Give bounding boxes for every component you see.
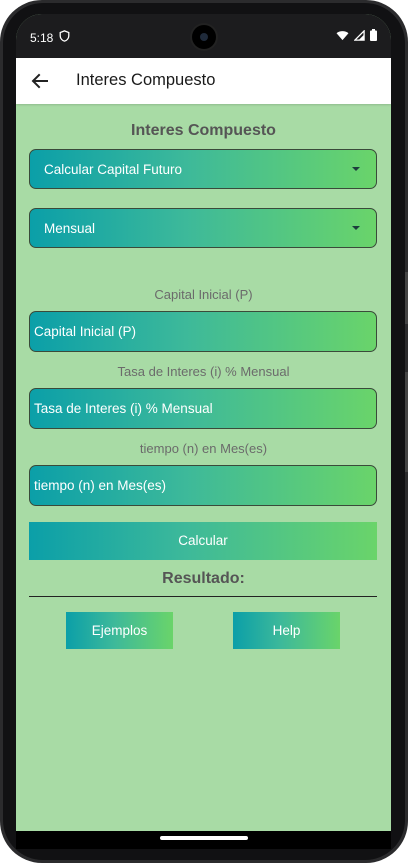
rate-label: Tasa de Interes (i) % Mensual — [117, 364, 290, 379]
app-bar-title: Interes Compuesto — [76, 71, 216, 89]
calculate-button[interactable]: Calcular — [29, 522, 377, 560]
screen: 5:18 Interes Compuesto Interes Compuesto — [16, 14, 391, 831]
time-label: tiempo (n) en Mes(es) — [139, 441, 268, 456]
result-label: Resultado: — [162, 570, 245, 587]
shield-icon — [59, 30, 70, 42]
wifi-icon — [336, 30, 349, 40]
period-value: Mensual — [44, 221, 96, 236]
calc-type-dropdown[interactable]: Calcular Capital Futuro — [29, 149, 377, 189]
app-bar: Interes Compuesto — [16, 58, 391, 104]
page-heading: Interes Compuesto — [131, 122, 276, 139]
examples-button[interactable]: Ejemplos — [66, 612, 173, 649]
help-button[interactable]: Help — [233, 612, 340, 649]
divider — [29, 596, 377, 597]
period-dropdown[interactable]: Mensual — [29, 208, 377, 248]
status-icons — [336, 29, 377, 41]
status-time: 5:18 — [30, 31, 54, 45]
back-arrow-icon[interactable] — [30, 71, 50, 91]
status-bar: 5:18 — [16, 14, 391, 58]
home-gesture-handle[interactable] — [160, 836, 248, 840]
main-content: Interes Compuesto Calcular Capital Futur… — [16, 104, 391, 831]
dropdown-arrow-icon — [352, 167, 360, 171]
rate-input[interactable]: Tasa de Interes (i) % Mensual — [29, 388, 377, 429]
front-camera — [192, 25, 216, 49]
battery-icon — [370, 29, 377, 41]
capital-input[interactable]: Capital Inicial (P) — [29, 311, 377, 352]
dropdown-arrow-icon — [352, 226, 360, 230]
time-input[interactable]: tiempo (n) en Mes(es) — [29, 465, 377, 506]
capital-label: Capital Inicial (P) — [154, 287, 253, 302]
navigation-bar — [16, 831, 391, 849]
calc-type-value: Calcular Capital Futuro — [44, 162, 183, 177]
signal-icon — [354, 29, 365, 41]
